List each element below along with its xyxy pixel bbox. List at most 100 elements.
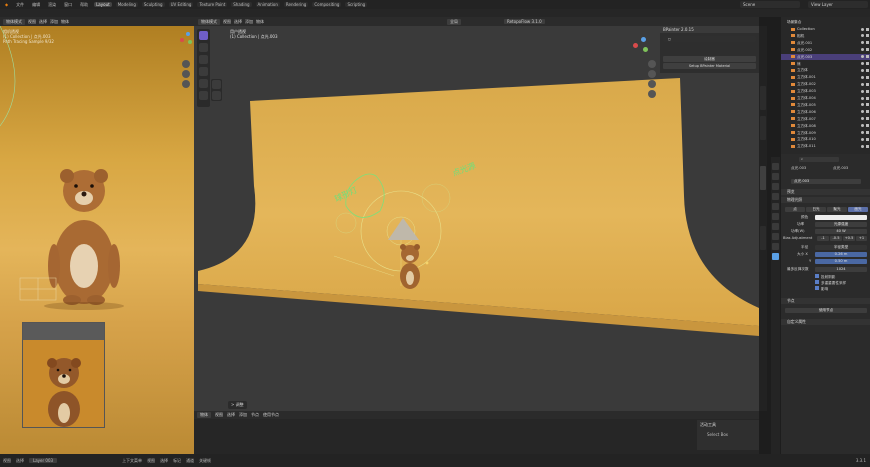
type-sun-button[interactable]: 日光 (806, 207, 826, 212)
outliner-item[interactable]: 点光.003 (781, 53, 870, 60)
outliner-item[interactable]: 立方体.002 (781, 81, 870, 87)
scene-tab-icon[interactable] (772, 203, 779, 210)
power-value-field[interactable]: 40 W (815, 229, 867, 234)
type-point-button[interactable]: 点 (785, 207, 805, 212)
ws-tab-modeling[interactable]: Modeling (115, 2, 138, 7)
view-layer-tab-icon[interactable] (772, 193, 779, 200)
visibility-eye-icon[interactable] (861, 68, 864, 72)
outliner-item[interactable]: 相机 (781, 33, 870, 39)
render-camera-icon[interactable] (866, 41, 869, 45)
outliner-item[interactable]: Collection (781, 26, 870, 32)
outliner-item[interactable]: 立方体.005 (781, 102, 870, 108)
bias-minus-1[interactable]: -1 (817, 236, 829, 241)
menu-help[interactable]: 帮助 (78, 2, 90, 8)
outliner-item[interactable]: 立方体 (781, 67, 870, 73)
render-camera-icon[interactable] (866, 144, 869, 148)
visibility-eye-icon[interactable] (861, 110, 864, 114)
move-icon[interactable] (199, 55, 208, 64)
scale-icon[interactable] (212, 80, 221, 89)
menu-window[interactable]: 窗口 (62, 2, 74, 8)
use-nodes-checkbox[interactable]: 使用节点 (263, 412, 279, 418)
main-nav-gizmo[interactable] (633, 37, 653, 57)
status-layer[interactable]: Layer 003 (29, 458, 58, 463)
cursor-icon[interactable] (199, 43, 208, 52)
scene-selector[interactable]: Scene (740, 1, 800, 8)
status-select[interactable]: 选择 (16, 458, 24, 464)
visibility-eye-icon[interactable] (861, 62, 864, 65)
status-menu-keyframe[interactable]: 关键帧 (199, 458, 211, 464)
render-camera-icon[interactable] (866, 137, 869, 141)
ws-tab-layout[interactable]: Layout (94, 2, 112, 7)
outliner-item[interactable]: 立方体.009 (781, 130, 870, 136)
node-menu-node[interactable]: 节点 (251, 412, 259, 418)
use-nodes-button[interactable]: 使用节点 (785, 308, 867, 313)
status-view[interactable]: 视图 (3, 458, 11, 464)
max-bounce-field[interactable]: 1024 (815, 267, 867, 272)
ws-tab-scripting[interactable]: Scripting (345, 2, 368, 7)
visibility-eye-icon[interactable] (861, 41, 864, 45)
visibility-eye-icon[interactable] (861, 55, 864, 59)
outliner-item[interactable]: 立方体.006 (781, 109, 870, 115)
outliner-item[interactable]: 点光.001 (781, 40, 870, 46)
outliner-item[interactable]: 立方体.011 (781, 143, 870, 149)
menu-file[interactable]: 文件 (14, 2, 26, 8)
annotate-icon[interactable] (199, 79, 208, 88)
node-editor-area[interactable] (194, 419, 759, 454)
light-data-field[interactable]: 点光.003 (791, 179, 861, 184)
physics-tab-icon[interactable] (772, 233, 779, 240)
menu-edit[interactable]: 编辑 (30, 2, 42, 8)
render-camera-icon[interactable] (866, 117, 869, 121)
render-camera-icon[interactable] (866, 62, 869, 65)
type-spot-button[interactable]: 聚光 (827, 207, 847, 212)
light-data-tab-icon[interactable] (772, 253, 779, 260)
custom-properties-section[interactable]: 自定义属性 (781, 319, 870, 325)
left-menu-object[interactable]: 物体 (61, 19, 69, 25)
bpainter-painter-select[interactable]: 绘制器 (663, 56, 756, 62)
bias-plus-1[interactable]: +1 (856, 236, 867, 241)
menu-render[interactable]: 渲染 (46, 2, 58, 8)
power-mode-select[interactable]: 光源强度 (815, 222, 867, 227)
visibility-eye-icon[interactable] (861, 144, 864, 148)
properties-search[interactable]: ⌕ (799, 157, 839, 162)
render-camera-icon[interactable] (866, 110, 869, 114)
main-zoom-icon[interactable] (648, 60, 656, 68)
main-menu-view[interactable]: 视图 (223, 19, 231, 25)
object-tab-icon[interactable] (772, 223, 779, 230)
node-menu-view[interactable]: 视图 (215, 412, 223, 418)
render-camera-icon[interactable] (866, 96, 869, 100)
render-camera-icon[interactable] (866, 55, 869, 59)
main-menu-select[interactable]: 选择 (234, 19, 242, 25)
main-3d-viewport[interactable] (194, 26, 759, 411)
render-camera-icon[interactable] (866, 89, 869, 93)
main-ortho-icon[interactable] (648, 90, 656, 98)
transform-icon[interactable] (212, 91, 221, 100)
visibility-eye-icon[interactable] (861, 27, 864, 31)
visibility-eye-icon[interactable] (861, 75, 864, 79)
render-camera-icon[interactable] (866, 27, 869, 31)
visibility-eye-icon[interactable] (861, 103, 864, 107)
status-menu-marker[interactable]: 标记 (173, 458, 181, 464)
ws-tab-animation[interactable]: Animation (255, 2, 280, 7)
n-tab-view[interactable] (760, 166, 766, 190)
render-tab-icon[interactable] (772, 173, 779, 180)
bias-plus-05[interactable]: +0.5 (843, 236, 855, 241)
color-swatch[interactable] (815, 215, 867, 220)
outliner-item[interactable]: 立方体.004 (781, 95, 870, 101)
outliner-item[interactable]: 立方体.008 (781, 123, 870, 129)
visibility-eye-icon[interactable] (861, 117, 864, 121)
tool-tab-icon[interactable] (772, 163, 779, 170)
ws-tab-shading[interactable]: Shading (231, 2, 252, 7)
bpainter-toggle[interactable]: ◻ (663, 36, 756, 42)
shadow-catcher-checkbox[interactable]: 影响 (815, 286, 828, 292)
n-tab-item[interactable] (760, 86, 766, 110)
ws-tab-sculpting[interactable]: Sculpting (141, 2, 165, 7)
measure-icon[interactable] (199, 91, 208, 100)
preview-section[interactable]: 预览 (781, 189, 870, 195)
world-tab-icon[interactable] (772, 213, 779, 220)
adjust-last-operation-panel[interactable]: > 调整 (228, 401, 247, 409)
transform-orientation-select[interactable]: 全局 (447, 18, 461, 25)
output-tab-icon[interactable] (772, 183, 779, 190)
rotate-icon[interactable] (199, 67, 208, 76)
ws-tab-rendering[interactable]: Rendering (283, 2, 309, 7)
render-camera-icon[interactable] (866, 124, 869, 128)
